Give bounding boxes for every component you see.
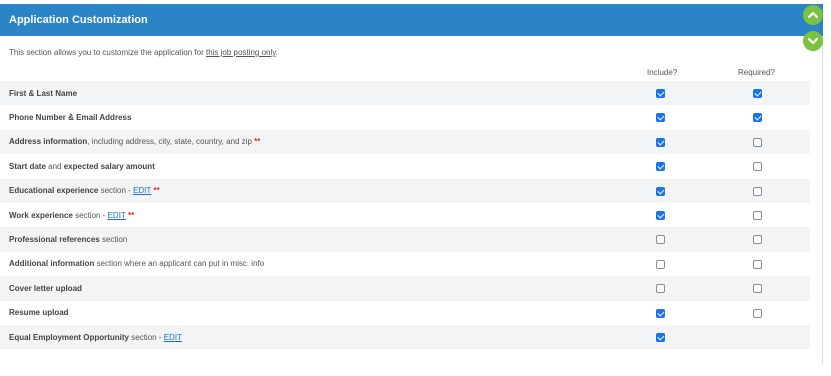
include-checkbox[interactable] bbox=[656, 332, 665, 342]
option-row: Work experience section - EDIT ** bbox=[0, 203, 810, 227]
option-detail: , including address, city, state, countr… bbox=[87, 137, 255, 147]
option-label: Additional information section where an … bbox=[9, 259, 264, 268]
option-title: Start date bbox=[9, 161, 46, 171]
option-row: Phone Number & Email Address bbox=[0, 105, 810, 129]
required-checkbox[interactable] bbox=[753, 210, 762, 220]
edit-link[interactable]: EDIT bbox=[108, 211, 126, 220]
include-column-header: Include? bbox=[647, 68, 678, 77]
option-row: Start date and expected salary amount bbox=[0, 154, 810, 178]
include-checkbox[interactable] bbox=[656, 259, 665, 269]
include-checkbox[interactable] bbox=[656, 235, 665, 245]
option-row: Cover letter upload bbox=[0, 276, 810, 301]
option-label: Work experience section - EDIT ** bbox=[9, 211, 134, 220]
option-label: First & Last Name bbox=[9, 89, 77, 98]
option-label: Cover letter upload bbox=[9, 284, 82, 293]
option-label: Phone Number & Email Address bbox=[9, 113, 131, 122]
option-title: Address information bbox=[9, 137, 88, 147]
option-title: Phone Number & Email Address bbox=[9, 113, 132, 123]
option-title: Resume upload bbox=[9, 308, 69, 318]
include-checkbox[interactable] bbox=[656, 113, 665, 123]
option-title: Professional references bbox=[9, 235, 100, 245]
option-row: Equal Employment Opportunity section - E… bbox=[0, 324, 810, 350]
option-row: Resume upload bbox=[0, 301, 810, 325]
include-checkbox[interactable] bbox=[656, 186, 665, 196]
required-checkbox[interactable] bbox=[753, 137, 762, 147]
option-title: Educational experience bbox=[9, 186, 99, 196]
required-marker: ** bbox=[125, 210, 135, 220]
option-detail: and bbox=[45, 161, 64, 171]
chevron-up-icon bbox=[807, 11, 819, 19]
required-checkbox[interactable] bbox=[753, 284, 762, 294]
option-detail: section - bbox=[72, 210, 108, 220]
required-checkbox[interactable] bbox=[753, 186, 762, 196]
edit-link[interactable]: EDIT bbox=[133, 186, 151, 195]
option-title: Additional information bbox=[9, 259, 95, 269]
intro-link[interactable]: this job posting only bbox=[206, 48, 276, 57]
required-checkbox[interactable] bbox=[753, 259, 762, 269]
intro-suffix: . bbox=[275, 48, 278, 57]
option-label: Start date and expected salary amount bbox=[9, 162, 155, 171]
option-label: Professional references section bbox=[9, 235, 127, 244]
option-title: Cover letter upload bbox=[9, 283, 82, 293]
option-row: Professional references section bbox=[0, 227, 810, 252]
include-checkbox[interactable] bbox=[656, 89, 665, 98]
required-column-header: Required? bbox=[738, 68, 775, 77]
option-detail: section where an applicant can put in mi… bbox=[94, 259, 265, 269]
intro-prefix: This section allows you to customize the… bbox=[9, 48, 206, 57]
option-label: Address information, including address, … bbox=[9, 137, 260, 146]
option-label: Educational experience section - EDIT ** bbox=[9, 186, 160, 195]
include-checkbox[interactable] bbox=[656, 210, 665, 220]
option-label: Resume upload bbox=[9, 308, 69, 317]
include-checkbox[interactable] bbox=[656, 162, 665, 172]
option-row: Address information, including address, … bbox=[0, 129, 810, 155]
option-detail: section bbox=[99, 235, 128, 245]
options-table: First & Last Name Phone Number & Email Ad… bbox=[0, 81, 810, 350]
option-title: Equal Employment Opportunity bbox=[9, 332, 130, 342]
required-marker: ** bbox=[151, 186, 160, 196]
intro-text: This section allows you to customize the… bbox=[9, 48, 278, 57]
include-checkbox[interactable] bbox=[656, 284, 665, 294]
panel-header: Application Customization bbox=[0, 4, 823, 36]
option-title: First & Last Name bbox=[9, 88, 78, 98]
option-title-secondary: expected salary amount bbox=[63, 161, 155, 171]
required-checkbox[interactable] bbox=[753, 89, 762, 98]
chevron-down-icon bbox=[807, 37, 819, 45]
option-row: First & Last Name bbox=[0, 81, 810, 106]
option-detail: section - bbox=[129, 332, 164, 342]
required-checkbox[interactable] bbox=[753, 235, 762, 245]
required-checkbox[interactable] bbox=[753, 308, 762, 318]
include-checkbox[interactable] bbox=[656, 308, 665, 318]
scroll-down-button[interactable] bbox=[803, 31, 823, 51]
edit-link[interactable]: EDIT bbox=[164, 333, 182, 342]
option-row: Additional information section where an … bbox=[0, 252, 810, 276]
required-marker: ** bbox=[254, 137, 261, 147]
option-label: Equal Employment Opportunity section - E… bbox=[9, 333, 182, 342]
required-checkbox[interactable] bbox=[753, 113, 762, 123]
include-checkbox[interactable] bbox=[656, 137, 665, 147]
required-checkbox[interactable] bbox=[753, 162, 762, 172]
option-row: Educational experience section - EDIT ** bbox=[0, 178, 810, 203]
scroll-up-button[interactable] bbox=[803, 5, 823, 25]
option-detail: section - bbox=[98, 186, 134, 196]
option-title: Work experience bbox=[9, 210, 73, 220]
